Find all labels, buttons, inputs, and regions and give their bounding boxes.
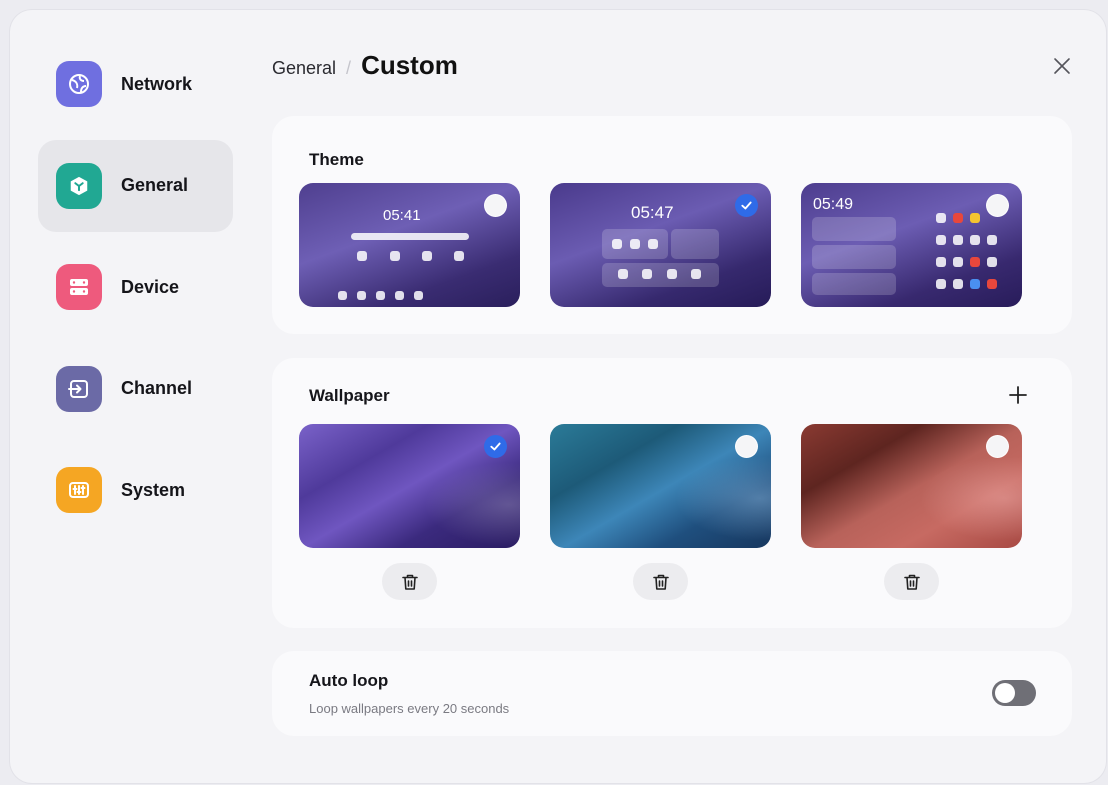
autoloop-description: Loop wallpapers every 20 seconds: [309, 701, 510, 716]
app-icon: [390, 251, 400, 261]
app-icon: [987, 279, 997, 289]
dock-icon: [414, 291, 423, 300]
wallpaper-radio-checked[interactable]: [484, 435, 507, 458]
wallpaper-option-2[interactable]: [550, 424, 771, 548]
theme-radio[interactable]: [484, 194, 507, 217]
theme-option-2[interactable]: 05:47: [550, 183, 771, 307]
sliders-icon: [56, 467, 102, 513]
checkmark-icon: [741, 201, 752, 210]
close-icon: [1054, 58, 1070, 74]
trash-icon: [652, 574, 669, 590]
settings-window: Network General Device Channel System Ge…: [10, 10, 1106, 783]
autoloop-card: Auto loop Loop wallpapers every 20 secon…: [272, 651, 1072, 736]
app-icon: [936, 235, 946, 245]
theme-time: 05:47: [631, 203, 674, 222]
theme-option-1[interactable]: 05:41: [299, 183, 520, 307]
app-icon: [630, 239, 640, 249]
delete-wallpaper-button[interactable]: [382, 563, 437, 600]
app-icon: [357, 251, 367, 261]
add-wallpaper-button[interactable]: [1007, 384, 1029, 406]
wallpaper-option-1[interactable]: [299, 424, 520, 548]
app-icon: [953, 213, 963, 223]
sidebar-item-label: System: [121, 479, 186, 500]
widget-panel: [671, 229, 719, 259]
app-icon: [970, 257, 980, 267]
autoloop-title: Auto loop: [309, 671, 389, 690]
toggle-knob: [995, 683, 1015, 703]
sidebar-item-device[interactable]: Device: [38, 241, 233, 333]
app-icon: [691, 269, 701, 279]
app-icon: [422, 251, 432, 261]
wallpaper-card: Wallpaper: [272, 358, 1072, 628]
app-icon: [642, 269, 652, 279]
sidebar-item-label: Network: [121, 73, 193, 94]
theme-radio-checked[interactable]: [735, 194, 758, 217]
widget-panel: [812, 245, 896, 269]
sidebar-item-label: Channel: [121, 378, 193, 398]
input-icon: [56, 365, 102, 412]
breadcrumb: General / Custom: [272, 50, 458, 81]
wallpaper-radio[interactable]: [735, 435, 758, 458]
sidebar-item-system[interactable]: System: [38, 444, 233, 536]
delete-wallpaper-button[interactable]: [884, 563, 939, 600]
breadcrumb-separator: /: [346, 58, 352, 78]
theme-card: Theme 05:41 05:47 05:49: [272, 116, 1072, 334]
theme-option-3[interactable]: 05:49: [801, 183, 1022, 307]
app-icon: [936, 213, 946, 223]
dock-icon: [338, 291, 347, 300]
app-icon: [970, 213, 980, 223]
search-bar-preview: [351, 233, 469, 240]
sidebar-item-general[interactable]: General: [38, 139, 233, 232]
app-icon: [987, 235, 997, 245]
sidebar-item-label: Device: [121, 276, 180, 297]
sidebar-item-label: General: [121, 175, 189, 195]
delete-wallpaper-button[interactable]: [633, 563, 688, 600]
autoloop-toggle[interactable]: [992, 680, 1036, 706]
app-icon: [953, 235, 963, 245]
trash-icon: [903, 574, 920, 590]
app-icon: [970, 279, 980, 289]
app-icon: [936, 257, 946, 267]
sidebar-item-network[interactable]: Network: [38, 38, 233, 130]
app-icon: [454, 251, 464, 261]
checkmark-icon: [490, 442, 501, 451]
theme-radio[interactable]: [986, 194, 1009, 217]
app-icon: [936, 279, 946, 289]
dock-icon: [357, 291, 366, 300]
app-icon: [953, 279, 963, 289]
app-icon: [612, 239, 622, 249]
cube-icon: [56, 162, 102, 209]
wallpaper-title: Wallpaper: [309, 386, 390, 405]
app-icon: [970, 235, 980, 245]
widget-panel: [812, 273, 896, 295]
theme-title: Theme: [309, 150, 364, 169]
app-icon: [618, 269, 628, 279]
sidebar-item-channel[interactable]: Channel: [38, 343, 233, 435]
plus-icon: [1009, 386, 1027, 404]
dock-icon: [395, 291, 404, 300]
app-icon: [648, 239, 658, 249]
close-button[interactable]: [1050, 54, 1074, 78]
app-icon: [953, 257, 963, 267]
page-title: Custom: [361, 50, 458, 80]
theme-time: 05:49: [813, 196, 854, 213]
server-icon: [56, 264, 102, 310]
theme-time: 05:41: [383, 207, 421, 224]
wallpaper-radio[interactable]: [986, 435, 1009, 458]
widget-panel: [812, 217, 896, 241]
app-icon: [987, 257, 997, 267]
breadcrumb-parent[interactable]: General: [272, 58, 336, 79]
dock-icon: [376, 291, 385, 300]
wallpaper-option-3[interactable]: [801, 424, 1022, 548]
trash-icon: [401, 574, 418, 590]
app-icon: [667, 269, 677, 279]
sidebar: Network General Device Channel System: [38, 38, 233, 546]
globe-icon: [56, 61, 102, 107]
